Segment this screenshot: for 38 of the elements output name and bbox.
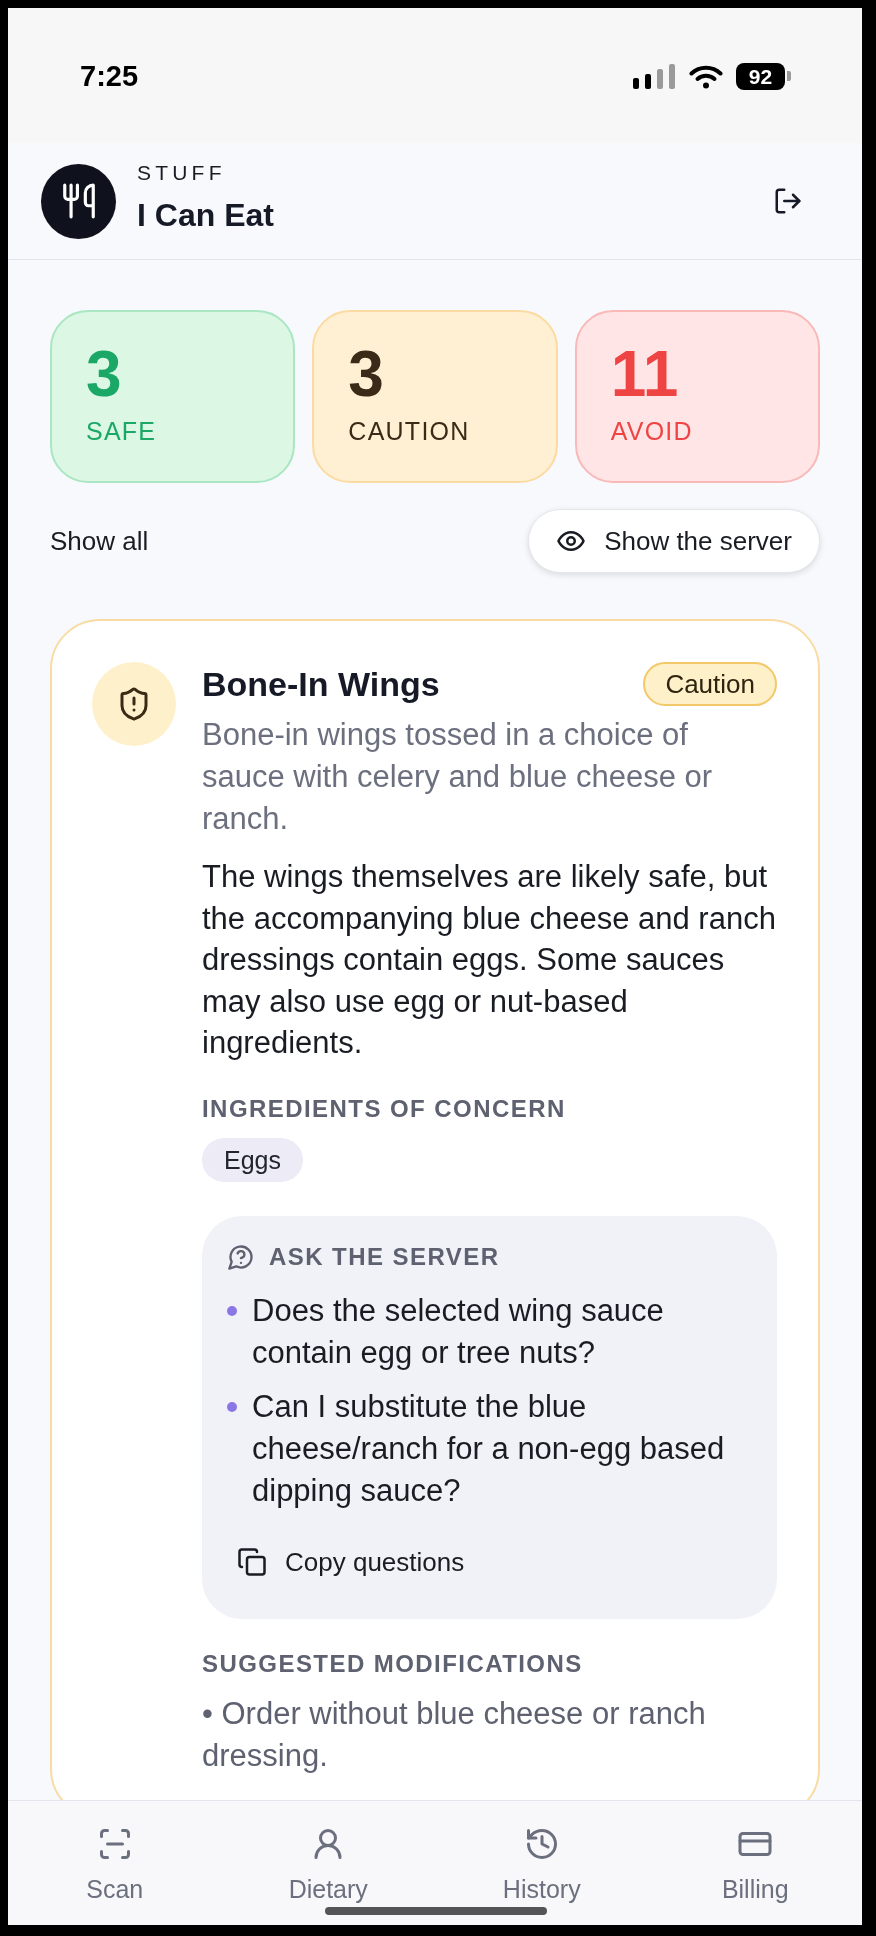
nav-tab[interactable]: Billing — [721, 1826, 789, 1904]
summary-count: 3 — [86, 342, 122, 406]
nav-tab[interactable]: Dietary — [288, 1826, 368, 1904]
signal-icon — [633, 63, 676, 89]
show-all-button[interactable]: Show all — [50, 525, 149, 557]
app-title: I Can Eat — [137, 196, 274, 234]
question-text: Can I substitute the blue cheese/ranch for a non-egg based dipping sauce? — [252, 1387, 726, 1510]
copy-icon — [237, 1546, 267, 1577]
summary-card[interactable]: 3 SAFE — [50, 310, 296, 483]
summary-card[interactable]: 3 CAUTION — [312, 310, 558, 483]
show-server-button[interactable]: Show the server — [528, 509, 820, 573]
brand-eyebrow: STUFF — [137, 160, 227, 186]
summary-card[interactable]: 11 AVOID — [574, 310, 820, 483]
summary-count: 3 — [348, 342, 384, 406]
status-badge: Caution — [643, 662, 777, 706]
summary-label: AVOID — [610, 419, 693, 444]
section-heading: SUGGESTED MODIFICATIONS — [202, 1648, 584, 1679]
summary-count: 11 — [610, 342, 679, 406]
nav-tab[interactable]: Scan — [86, 1826, 144, 1904]
nav-tab[interactable]: History — [502, 1826, 581, 1904]
item-description: Bone-in wings tossed in a choice of sauce with celery and blue cheese or ranch. — [202, 716, 714, 838]
bullet-dot-icon — [227, 1401, 237, 1412]
status-time: 7:25 — [80, 59, 139, 94]
section-heading: ASK THE SERVER — [269, 1241, 500, 1272]
section-heading: INGREDIENTS OF CONCERN — [202, 1093, 567, 1124]
modification-text: • Order without blue cheese or ranch dressing. — [202, 1694, 707, 1775]
copy-questions-button[interactable]: Copy questions — [227, 1537, 475, 1586]
bullet-dot-icon — [227, 1305, 237, 1316]
battery-percent: 92 — [736, 62, 785, 90]
summary-label: CAUTION — [348, 419, 470, 444]
item-title: Bone-In Wings — [202, 664, 440, 705]
question-text: Does the selected wing sauce contain egg or tree nuts? — [252, 1291, 665, 1372]
summary-label: SAFE — [86, 419, 157, 444]
item-explanation: The wings themselves are likely safe, but the accompanying blue cheese and ranch dressings contain eggs. Some sauces may also use egg or nut-based ingredients. — [202, 858, 777, 1062]
ingredient-chip: Eggs — [202, 1137, 303, 1182]
question-bubble-icon — [227, 1242, 255, 1271]
logout-icon[interactable] — [773, 186, 803, 216]
wifi-icon — [689, 63, 723, 89]
